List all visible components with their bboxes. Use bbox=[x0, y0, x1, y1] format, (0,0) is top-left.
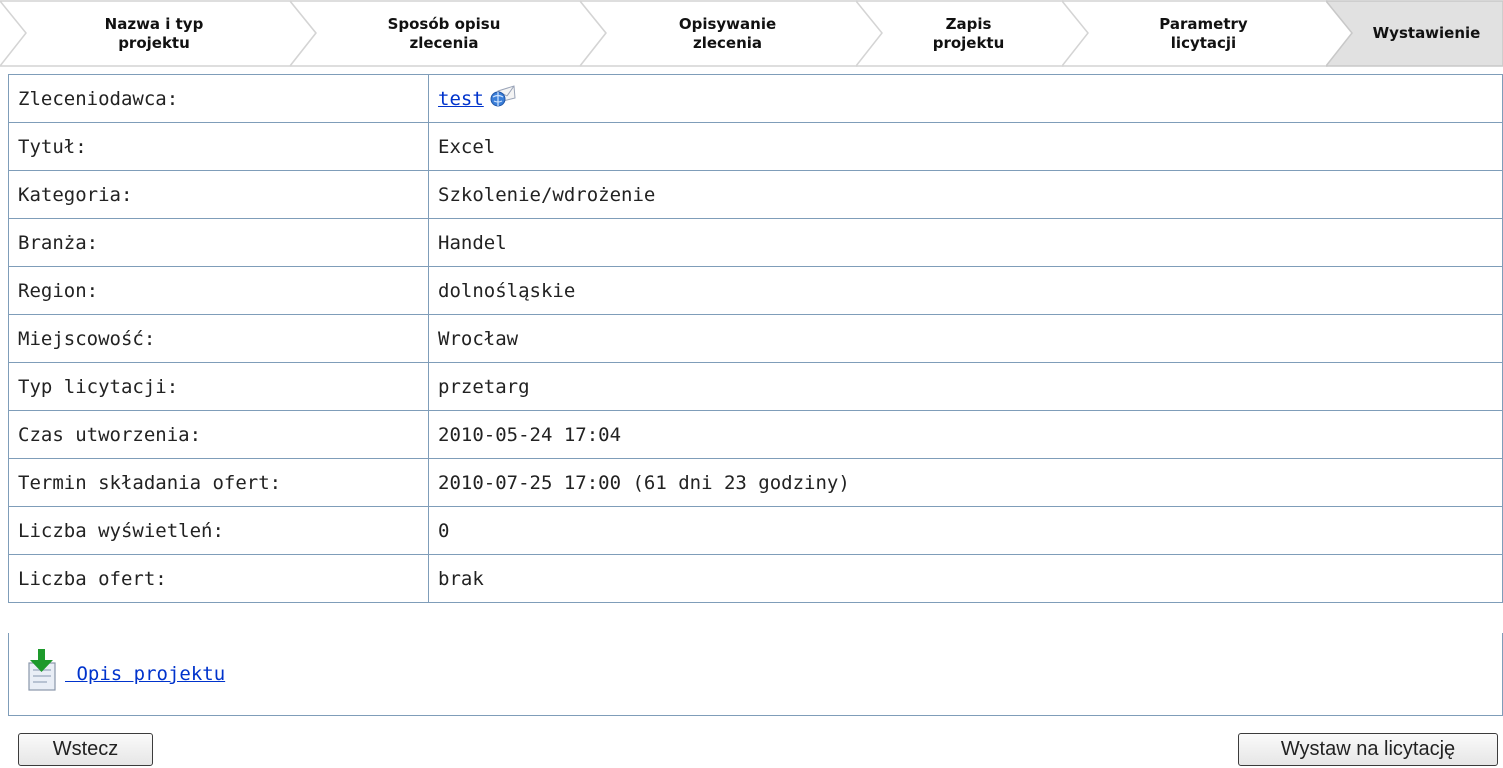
project-description-link[interactable]: Opis projektu bbox=[65, 663, 225, 685]
title-value: Excel bbox=[428, 122, 1503, 171]
table-row: Region: dolnośląskie bbox=[8, 266, 1503, 315]
auction-type-value: przetarg bbox=[428, 362, 1503, 411]
table-row: Typ licytacji: przetarg bbox=[8, 362, 1503, 411]
deadline-label: Termin składania ofert: bbox=[8, 458, 429, 507]
title-label: Tytuł: bbox=[8, 122, 429, 171]
step-label: Sposób opisu zlecenia bbox=[387, 14, 501, 52]
step-label: Wystawienie bbox=[1372, 24, 1481, 42]
client-link[interactable]: test bbox=[438, 88, 484, 110]
offers-label: Liczba ofert: bbox=[8, 554, 429, 603]
step-auction-parameters[interactable]: Parametry licytacji bbox=[1062, 0, 1355, 67]
region-label: Region: bbox=[8, 266, 429, 315]
category-value: Szkolenie/wdrożenie bbox=[428, 170, 1503, 219]
auction-type-label: Typ licytacji: bbox=[8, 362, 429, 411]
industry-value: Handel bbox=[428, 218, 1503, 267]
created-value: 2010-05-24 17:04 bbox=[428, 410, 1503, 459]
wizard-steps: Nazwa i typ projektu Sposób opisu zlecen… bbox=[0, 0, 1503, 67]
city-value: Wrocław bbox=[428, 314, 1503, 363]
step-label: Parametry licytacji bbox=[1159, 14, 1248, 52]
region-value: dolnośląskie bbox=[428, 266, 1503, 315]
table-row: Branża: Handel bbox=[8, 218, 1503, 267]
step-project-name-type[interactable]: Nazwa i typ projektu bbox=[0, 0, 318, 67]
step-label: Nazwa i typ projektu bbox=[104, 14, 204, 52]
client-value: test bbox=[428, 74, 1503, 123]
industry-label: Branża: bbox=[8, 218, 429, 267]
publish-auction-button[interactable]: Wystaw na licytację bbox=[1238, 733, 1498, 766]
table-row: Czas utworzenia: 2010-05-24 17:04 bbox=[8, 410, 1503, 459]
step-label: Opisywanie zlecenia bbox=[678, 14, 777, 52]
table-row: Liczba wyświetleń: 0 bbox=[8, 506, 1503, 555]
download-document-icon[interactable] bbox=[25, 647, 61, 697]
table-row: Tytuł: Excel bbox=[8, 122, 1503, 171]
step-label: Zapis projektu bbox=[932, 14, 1005, 52]
table-row: Liczba ofert: brak bbox=[8, 554, 1503, 603]
step-description-method[interactable]: Sposób opisu zlecenia bbox=[290, 0, 608, 67]
views-label: Liczba wyświetleń: bbox=[8, 506, 429, 555]
views-value: 0 bbox=[428, 506, 1503, 555]
category-label: Kategoria: bbox=[8, 170, 429, 219]
step-save-project[interactable]: Zapis projektu bbox=[856, 0, 1091, 67]
deadline-value: 2010-07-25 17:00 (61 dni 23 godziny) bbox=[428, 458, 1503, 507]
client-label: Zleceniodawca: bbox=[8, 74, 429, 123]
step-publish[interactable]: Wystawienie bbox=[1326, 0, 1503, 67]
envelope-icon[interactable] bbox=[490, 85, 516, 112]
offers-value: brak bbox=[428, 554, 1503, 603]
table-row: Kategoria: Szkolenie/wdrożenie bbox=[8, 170, 1503, 219]
project-description-row: Opis projektu bbox=[8, 633, 1503, 716]
city-label: Miejscowość: bbox=[8, 314, 429, 363]
project-details-table: Zleceniodawca: test Tytuł: Excel Kategor… bbox=[8, 74, 1503, 603]
table-row: Miejscowość: Wrocław bbox=[8, 314, 1503, 363]
back-button[interactable]: Wstecz bbox=[18, 733, 153, 766]
table-row: Zleceniodawca: test bbox=[8, 74, 1503, 123]
step-describing-order[interactable]: Opisywanie zlecenia bbox=[580, 0, 885, 67]
table-row: Termin składania ofert: 2010-07-25 17:00… bbox=[8, 458, 1503, 507]
created-label: Czas utworzenia: bbox=[8, 410, 429, 459]
